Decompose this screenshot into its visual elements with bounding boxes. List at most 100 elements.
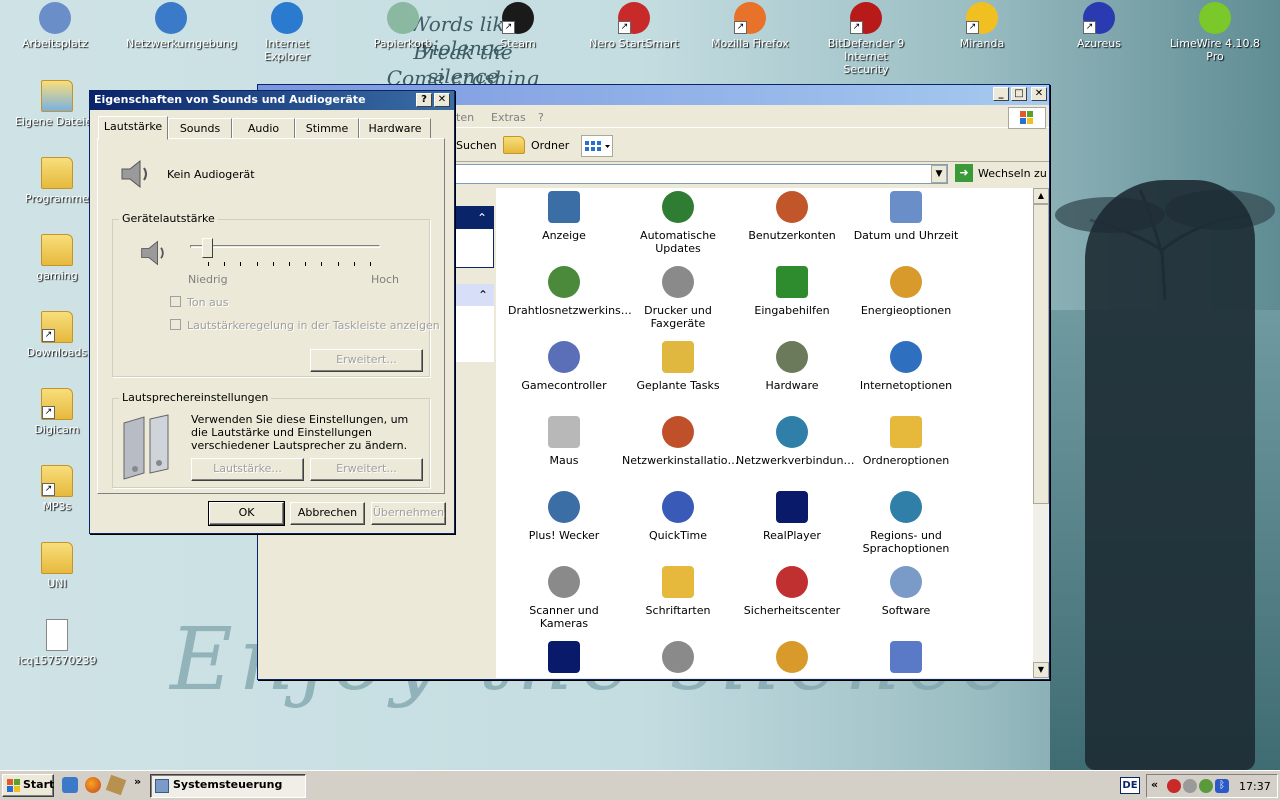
cp-item-label: Benutzerkonten	[748, 229, 836, 242]
desktop-icon-miranda[interactable]: Miranda	[937, 2, 1027, 50]
cp-item-realplayer[interactable]: RealPlayer	[736, 491, 848, 542]
quicklaunch-firefox-icon[interactable]	[85, 777, 101, 793]
views-button[interactable]	[581, 135, 613, 157]
go-button[interactable]: Wechseln zu	[978, 167, 1047, 180]
cp-item-scheduled-tasks[interactable]: Geplante Tasks	[622, 341, 734, 392]
cp-item-printer[interactable]: Drucker und Faxgeräte	[622, 266, 734, 330]
tab-hardware[interactable]: Hardware	[359, 118, 431, 139]
cp-item-fonts[interactable]: Schriftarten	[622, 566, 734, 617]
cp-item-internet-options[interactable]: Internetoptionen	[850, 341, 962, 392]
device-name: Kein Audiogerät	[167, 168, 255, 181]
menu-extras[interactable]: Extras	[491, 111, 526, 124]
help-button[interactable]: ?	[416, 93, 432, 107]
desktop-icon-internet-explorer[interactable]: Internet Explorer	[242, 2, 332, 63]
cp-item-label: Drucker und Faxgeräte	[644, 304, 712, 330]
cp-item-mouse[interactable]: Maus	[508, 416, 620, 467]
cp-item-folder-options[interactable]: Ordneroptionen	[850, 416, 962, 467]
wireless-icon	[548, 266, 580, 298]
apply-button[interactable]: Übernehmen	[371, 502, 446, 525]
address-field[interactable]	[453, 164, 948, 184]
desktop-icon-icq157570239[interactable]: icq157570239	[12, 619, 102, 667]
desktop-icon-computer[interactable]: Arbeitsplatz	[10, 2, 100, 50]
volume-slider-track[interactable]	[190, 245, 380, 248]
checkbox-box[interactable]	[170, 319, 181, 330]
cp-item-power[interactable]: Energieoptionen	[850, 266, 962, 317]
desktop-icon-uni[interactable]: UNI	[12, 542, 102, 590]
advanced-volume-button[interactable]: Erweitert...	[310, 349, 423, 372]
scroll-thumb[interactable]	[1033, 204, 1049, 504]
go-arrow-icon[interactable]: ➜	[955, 164, 973, 182]
cancel-button[interactable]: Abbrechen	[290, 502, 365, 525]
tab-volume[interactable]: Lautstärke	[98, 116, 168, 140]
mute-checkbox[interactable]: Ton aus	[170, 296, 229, 309]
cp-item-display[interactable]: Anzeige	[508, 191, 620, 242]
cp-item-gamecontroller[interactable]: Gamecontroller	[508, 341, 620, 392]
desktop-icon-bitdefender[interactable]: BitDefender 9 Internet Security	[821, 2, 911, 76]
cp-item-sounds[interactable]	[622, 641, 734, 678]
volume-slider-thumb[interactable]	[202, 238, 213, 258]
menu-item-partial[interactable]: iten	[453, 111, 474, 124]
cp-item-scanner[interactable]: Scanner und Kameras	[508, 566, 620, 630]
volume-high-label: Hoch	[371, 273, 400, 286]
vertical-scrollbar[interactable]: ▲ ▼	[1033, 188, 1049, 678]
search-button[interactable]: Suchen	[456, 139, 497, 152]
cp-item-hardware[interactable]: Hardware	[736, 341, 848, 392]
tray-expand-chevron[interactable]: «	[1151, 778, 1158, 791]
cp-item-label: Schriftarten	[645, 604, 711, 617]
cp-item-alarm-clock[interactable]: Plus! Wecker	[508, 491, 620, 542]
scroll-down-icon[interactable]: ▼	[1033, 662, 1049, 678]
tab-sounds[interactable]: Sounds	[168, 118, 232, 139]
maximize-button[interactable]: □	[1011, 87, 1027, 101]
collapse-chevron-icon[interactable]: ⌃	[453, 284, 494, 306]
folders-button[interactable]: Ordner	[531, 139, 569, 152]
address-dropdown-icon[interactable]: ▼	[931, 165, 947, 183]
cp-item-speech[interactable]	[736, 641, 848, 678]
desktop-icon-steam[interactable]: Steam	[473, 2, 563, 50]
cp-item-system[interactable]	[850, 641, 962, 678]
desktop-icon-azureus[interactable]: Azureus	[1054, 2, 1144, 50]
taskbar-button-systemsteuerung[interactable]: Systemsteuerung	[150, 774, 306, 798]
speaker-volume-button[interactable]: Lautstärke...	[191, 458, 304, 481]
language-indicator[interactable]: DE	[1120, 777, 1140, 794]
cp-item-accessibility[interactable]: Eingabehilfen	[736, 266, 848, 317]
cp-item-network-connections[interactable]: Netzwerkverbindun…	[736, 416, 854, 467]
tray-bitdefender-icon[interactable]	[1167, 779, 1181, 793]
cp-item-network-setup[interactable]: Netzwerkinstallatio…	[622, 416, 739, 467]
desktop-icon-nero[interactable]: Nero StartSmart	[589, 2, 679, 50]
quicklaunch-chevron[interactable]: »	[134, 775, 141, 788]
tray-volume-icon[interactable]	[1183, 779, 1197, 793]
cp-item-software[interactable]: Software	[850, 566, 962, 617]
tray-bluetooth-icon[interactable]: ᛒ	[1215, 779, 1229, 793]
checkbox-box[interactable]	[170, 296, 181, 307]
start-button[interactable]: Start	[2, 774, 54, 797]
desktop-icon-network-places[interactable]: Netzwerkumgebung	[126, 2, 237, 50]
quicklaunch-desktop-icon[interactable]	[62, 777, 78, 793]
desktop-icon-firefox[interactable]: Mozilla Firefox	[705, 2, 795, 50]
cp-item-date-time[interactable]: Datum und Uhrzeit	[850, 191, 962, 242]
ok-button[interactable]: OK	[208, 501, 285, 526]
cp-item-quicktime[interactable]: QuickTime	[622, 491, 734, 542]
close-button[interactable]: ✕	[1031, 87, 1047, 101]
cp-item-security-center[interactable]: Sicherheitscenter	[736, 566, 848, 617]
taskbar-volume-checkbox[interactable]: Lautstärkeregelung in der Taskleiste anz…	[170, 319, 440, 332]
tab-voice[interactable]: Stimme	[295, 118, 359, 139]
cp-item-wireless[interactable]: Drahtlosnetzwerkins…	[508, 266, 632, 317]
tray-network-icon[interactable]	[1199, 779, 1213, 793]
accessibility-icon	[776, 266, 808, 298]
cp-item-user-accounts[interactable]: Benutzerkonten	[736, 191, 848, 242]
speaker-advanced-button[interactable]: Erweitert...	[310, 458, 423, 481]
collapse-chevron-icon[interactable]: ⌃	[454, 207, 493, 229]
cp-item-broadcast[interactable]	[508, 641, 620, 678]
cp-item-windows-update[interactable]: Automatische Updates	[622, 191, 734, 255]
tab-audio[interactable]: Audio	[232, 118, 295, 139]
desktop-icon-recycle-bin[interactable]: Papierkorb	[358, 2, 448, 50]
close-button[interactable]: ✕	[434, 93, 450, 107]
scroll-up-icon[interactable]: ▲	[1033, 188, 1049, 204]
menu-help[interactable]: ?	[538, 111, 544, 124]
clock[interactable]: 17:37	[1239, 780, 1271, 793]
quicklaunch-app-icon[interactable]	[105, 774, 127, 796]
desktop-icon-limewire[interactable]: LimeWire 4.10.8 Pro	[1170, 2, 1260, 63]
cp-item-globe[interactable]: Regions- und Sprachoptionen	[850, 491, 962, 555]
minimize-button[interactable]: _	[993, 87, 1009, 101]
dialog-titlebar[interactable]: Eigenschaften von Sounds und Audiogeräte…	[90, 91, 454, 110]
